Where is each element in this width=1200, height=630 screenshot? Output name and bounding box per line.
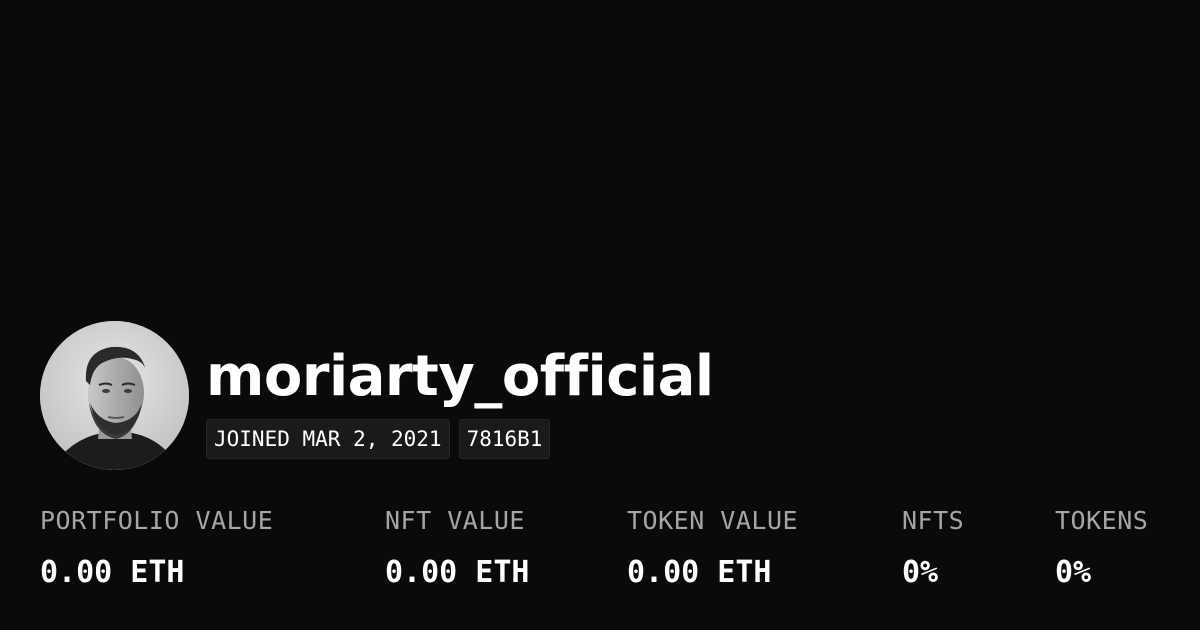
stat-value: 0.00 ETH	[40, 555, 185, 590]
stat-label: TOKENS	[1055, 506, 1149, 535]
avatar-photo	[40, 321, 189, 470]
stat-token-value: TOKEN VALUE 0.00 ETH	[627, 505, 798, 593]
stat-label: NFT VALUE	[385, 506, 525, 535]
username: moriarty_official	[206, 344, 714, 409]
stat-portfolio-value: PORTFOLIO VALUE 0.00 ETH	[40, 505, 273, 593]
profile-header: moriarty_official JOINED MAR 2, 2021 781…	[40, 321, 714, 470]
badge-row: JOINED MAR 2, 2021 7816B1	[206, 419, 714, 459]
identity-block: moriarty_official JOINED MAR 2, 2021 781…	[206, 343, 714, 459]
stat-value: 0.00 ETH	[385, 555, 530, 590]
stat-value: 0%	[1055, 555, 1092, 590]
stat-nft-value: NFT VALUE 0.00 ETH	[385, 505, 530, 593]
stats-row: PORTFOLIO VALUE 0.00 ETH NFT VALUE 0.00 …	[0, 505, 1200, 605]
stat-label: TOKEN VALUE	[627, 506, 799, 535]
address-code-badge: 7816B1	[458, 419, 551, 459]
stat-value: 0.00 ETH	[627, 555, 772, 590]
stat-label: NFTS	[902, 506, 965, 535]
stat-tokens: TOKENS 0%	[1055, 505, 1148, 593]
avatar	[40, 321, 189, 470]
profile-card: moriarty_official JOINED MAR 2, 2021 781…	[0, 0, 1200, 630]
stat-nfts: NFTS 0%	[902, 505, 964, 593]
joined-date-badge: JOINED MAR 2, 2021	[206, 419, 450, 459]
stat-label: PORTFOLIO VALUE	[40, 506, 274, 535]
stat-value: 0%	[902, 555, 939, 590]
